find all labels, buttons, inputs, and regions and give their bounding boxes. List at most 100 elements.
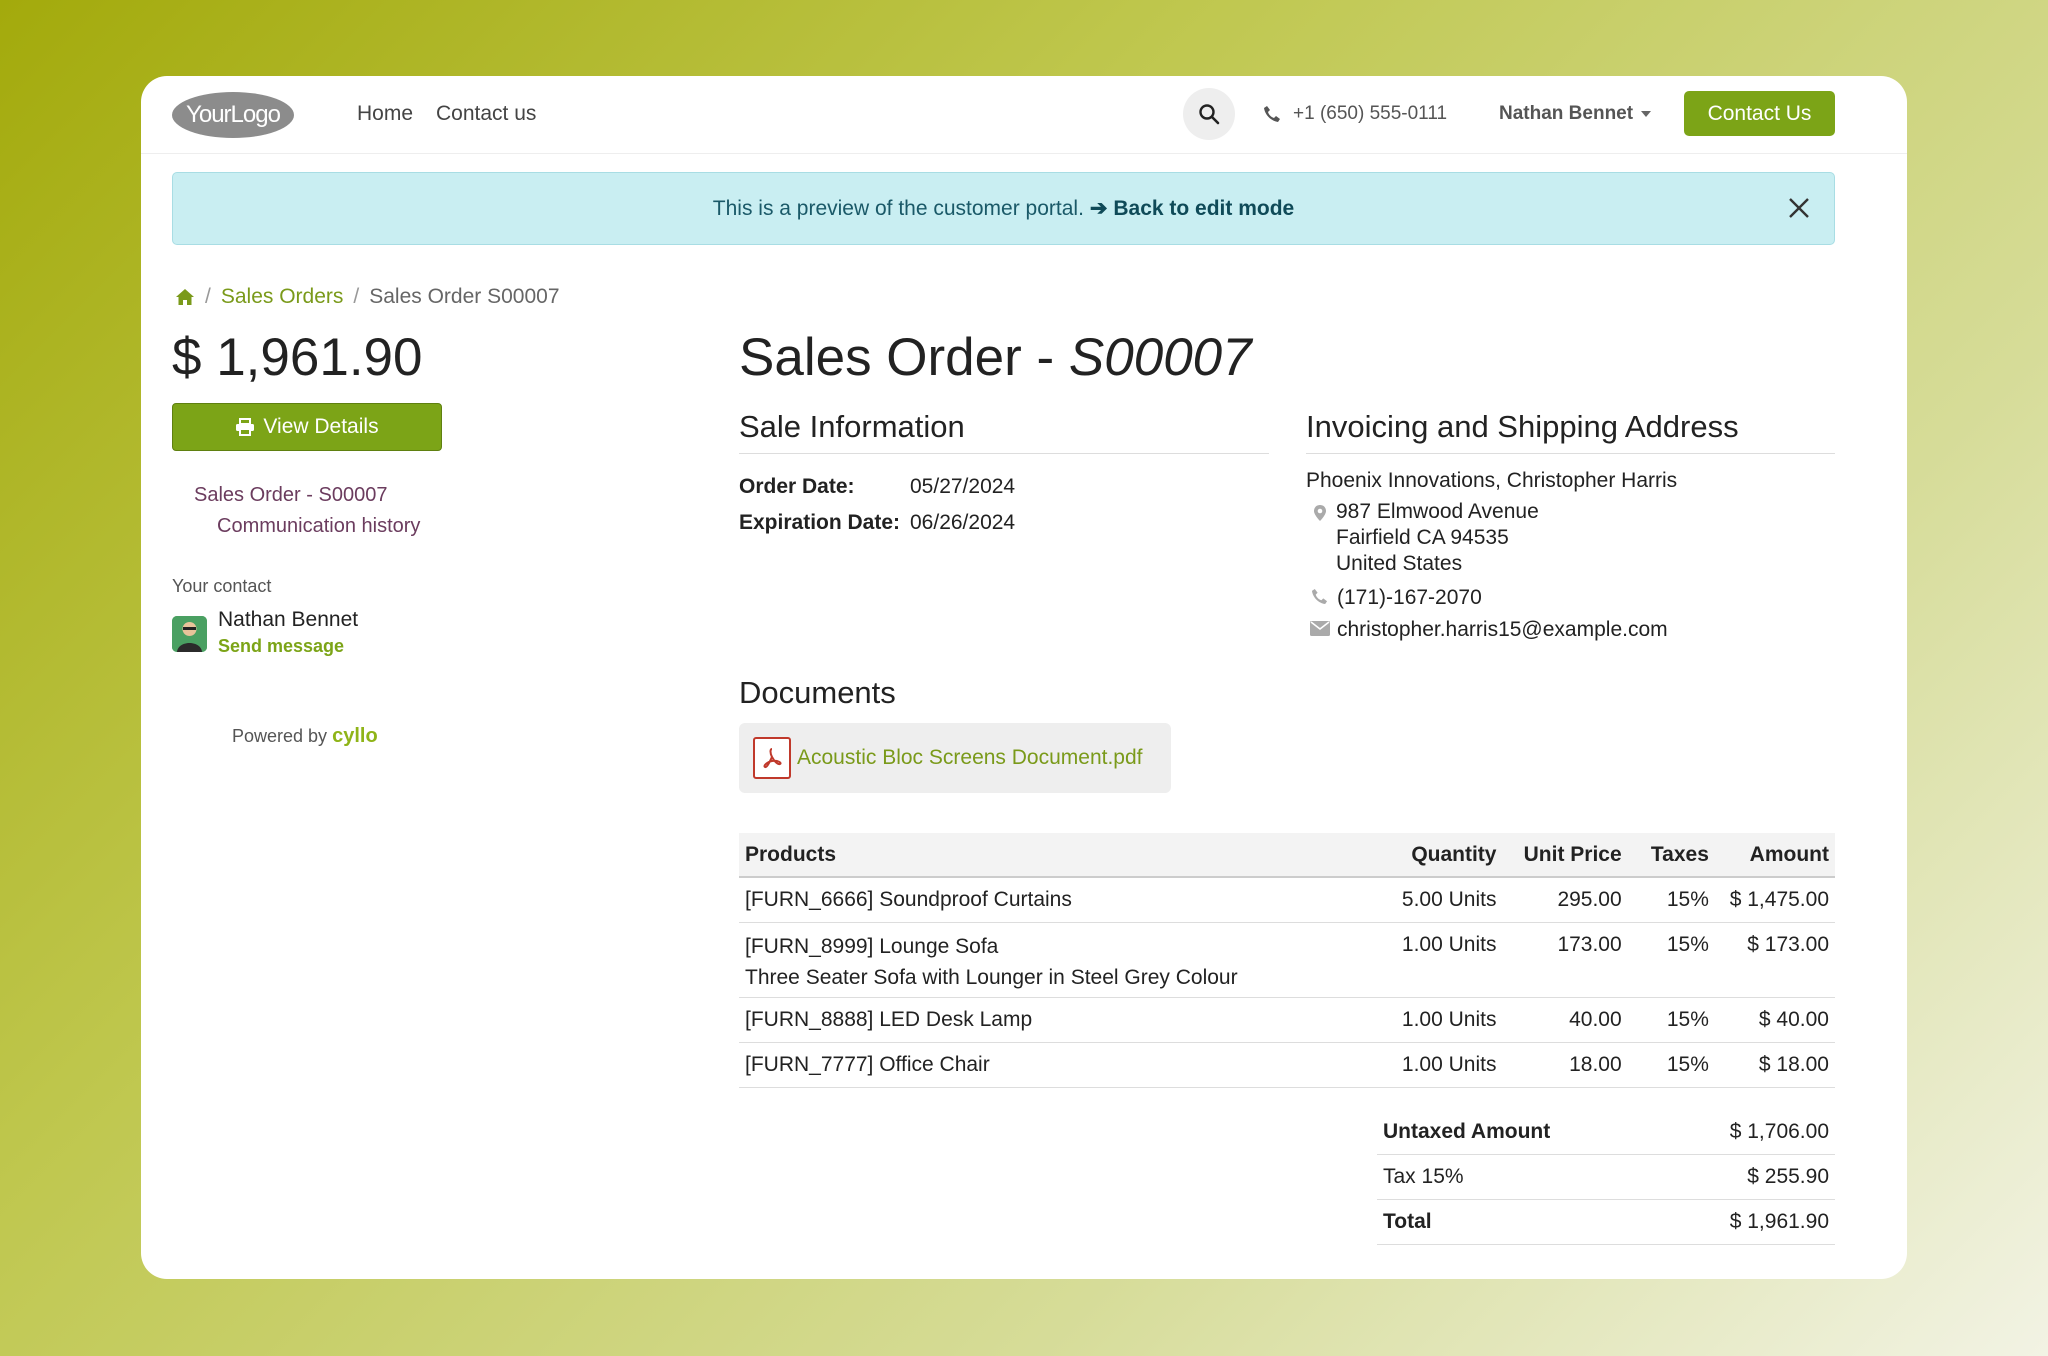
cell-product: [FURN_8999] Lounge Sofa Three Seater Sof… <box>739 922 1378 998</box>
col-taxes: Taxes <box>1627 833 1715 878</box>
portal-window: YourLogo Home Contact us +1 (650) 555-01… <box>141 76 1907 1279</box>
cell-amount: $ 1,475.00 <box>1714 877 1835 923</box>
cell-amount: $ 18.00 <box>1714 1042 1835 1088</box>
envelope-icon <box>1310 621 1330 636</box>
total-value: $ 1,961.90 <box>1659 1199 1835 1245</box>
table-header-row: Products Quantity Unit Price Taxes Amoun… <box>739 833 1835 878</box>
totals-row-total: Total $ 1,961.90 <box>1377 1199 1835 1245</box>
header-phone[interactable]: +1 (650) 555-0111 <box>1263 103 1447 125</box>
cell-taxes: 15% <box>1627 922 1715 998</box>
sidebar-link-history[interactable]: Communication history <box>217 515 420 538</box>
table-row: [FURN_7777] Office Chair 1.00 Units 18.0… <box>739 1042 1835 1088</box>
untaxed-value: $ 1,706.00 <box>1659 1110 1835 1155</box>
document-attachment[interactable]: Acoustic Bloc Screens Document.pdf <box>739 723 1171 793</box>
address-street: 987 Elmwood Avenue <box>1336 500 1539 523</box>
title-prefix: Sales Order - <box>739 328 1069 387</box>
address-title: Invoicing and Shipping Address <box>1306 409 1835 454</box>
tax-value: $ 255.90 <box>1659 1154 1835 1200</box>
cell-amount: $ 40.00 <box>1714 997 1835 1043</box>
phone-icon <box>1311 588 1328 605</box>
pdf-icon <box>753 737 791 779</box>
phone-icon <box>1264 106 1280 122</box>
powered-by: Powered by cyllo <box>232 725 378 748</box>
table-row: [FURN_8888] LED Desk Lamp 1.00 Units 40.… <box>739 997 1835 1043</box>
total-label: Total <box>1377 1199 1660 1245</box>
customer-name: Phoenix Innovations, Christopher Harris <box>1306 469 1678 492</box>
product-description: Three Seater Sofa with Lounger in Steel … <box>745 965 1238 989</box>
totals-row-tax: Tax 15% $ 255.90 <box>1377 1154 1835 1200</box>
cell-unit-price: 173.00 <box>1502 922 1628 998</box>
customer-phone[interactable]: (171)-167-2070 <box>1337 585 1482 611</box>
customer-email[interactable]: christopher.harris15@example.com <box>1337 617 1668 643</box>
breadcrumb: / Sales Orders / Sales Order S00007 <box>175 285 560 309</box>
totals-table: Untaxed Amount $ 1,706.00 Tax 15% $ 255.… <box>1377 1110 1835 1245</box>
address-city: Fairfield CA 94535 <box>1336 526 1509 549</box>
order-date-value: 05/27/2024 <box>910 475 1016 498</box>
avatar <box>172 616 207 652</box>
search-icon <box>1199 104 1220 125</box>
banner-text: This is a preview of the customer portal… <box>712 196 1084 220</box>
col-unit-price: Unit Price <box>1502 833 1628 878</box>
cell-taxes: 15% <box>1627 997 1715 1043</box>
search-button[interactable] <box>1183 88 1235 140</box>
phone-number: +1 (650) 555-0111 <box>1293 103 1448 124</box>
close-icon[interactable] <box>1786 195 1812 221</box>
order-total: $ 1,961.90 <box>172 328 423 387</box>
sale-info-title: Sale Information <box>739 409 1269 454</box>
cell-quantity: 1.00 Units <box>1377 997 1503 1043</box>
powered-brand[interactable]: cyllo <box>332 725 378 747</box>
cell-amount: $ 173.00 <box>1714 922 1835 998</box>
breadcrumb-current: Sales Order S00007 <box>369 285 560 308</box>
document-name[interactable]: Acoustic Bloc Screens Document.pdf <box>797 746 1143 770</box>
cell-taxes: 15% <box>1627 1042 1715 1088</box>
your-contact-label: Your contact <box>172 576 272 596</box>
page-title: Sales Order - S00007 <box>739 327 1252 388</box>
top-navbar: YourLogo Home Contact us +1 (650) 555-01… <box>141 76 1907 154</box>
send-message-link[interactable]: Send message <box>218 636 344 657</box>
expiration-date-label: Expiration Date: <box>739 511 901 534</box>
col-products: Products <box>739 833 1378 878</box>
cell-product: [FURN_7777] Office Chair <box>739 1042 1378 1088</box>
address-country: United States <box>1336 552 1463 575</box>
product-name: [FURN_8888] LED Desk Lamp <box>745 1007 1033 1031</box>
view-details-button[interactable]: View Details <box>172 403 442 451</box>
order-lines-table: Products Quantity Unit Price Taxes Amoun… <box>739 833 1835 1088</box>
preview-banner: This is a preview of the customer portal… <box>172 172 1835 245</box>
cell-unit-price: 18.00 <box>1502 1042 1628 1088</box>
chevron-down-icon <box>1641 111 1652 117</box>
powered-by-text: Powered by <box>232 726 328 746</box>
untaxed-label: Untaxed Amount <box>1377 1110 1660 1155</box>
user-name: Nathan Bennet <box>1499 103 1634 124</box>
nav-home[interactable]: Home <box>357 102 413 126</box>
col-quantity: Quantity <box>1377 833 1503 878</box>
documents-title: Documents <box>739 675 896 710</box>
product-name: [FURN_6666] Soundproof Curtains <box>745 888 1072 911</box>
home-icon[interactable] <box>175 288 195 306</box>
breadcrumb-separator: / <box>205 285 211 308</box>
col-amount: Amount <box>1714 833 1835 878</box>
cell-unit-price: 295.00 <box>1502 877 1628 923</box>
map-pin-icon <box>1314 505 1326 521</box>
breadcrumb-sales-orders[interactable]: Sales Orders <box>221 285 344 309</box>
title-number: S00007 <box>1068 328 1252 387</box>
sidebar-link-order[interactable]: Sales Order - S00007 <box>194 484 387 507</box>
cell-quantity: 1.00 Units <box>1377 922 1503 998</box>
cell-quantity: 1.00 Units <box>1377 1042 1503 1088</box>
table-row: [FURN_8999] Lounge Sofa Three Seater Sof… <box>739 922 1835 998</box>
printer-icon <box>236 418 255 436</box>
contact-us-button[interactable]: Contact Us <box>1684 91 1835 136</box>
cell-product: [FURN_8888] LED Desk Lamp <box>739 997 1378 1043</box>
contact-name: Nathan Bennet <box>218 608 359 631</box>
order-date-row: Order Date: 05/27/2024 <box>739 475 1015 499</box>
tax-label: Tax 15% <box>1377 1154 1660 1200</box>
cell-unit-price: 40.00 <box>1502 997 1628 1043</box>
cell-taxes: 15% <box>1627 877 1715 923</box>
totals-row-untaxed: Untaxed Amount $ 1,706.00 <box>1377 1110 1835 1155</box>
nav-contact-us[interactable]: Contact us <box>436 102 536 126</box>
product-name: [FURN_8999] Lounge Sofa <box>745 934 999 958</box>
view-details-label: View Details <box>263 415 379 438</box>
logo[interactable]: YourLogo <box>172 92 294 138</box>
back-to-edit-link[interactable]: ➔ Back to edit mode <box>1090 196 1294 221</box>
user-menu[interactable]: Nathan Bennet <box>1499 103 1652 125</box>
table-row: [FURN_6666] Soundproof Curtains 5.00 Uni… <box>739 877 1835 923</box>
